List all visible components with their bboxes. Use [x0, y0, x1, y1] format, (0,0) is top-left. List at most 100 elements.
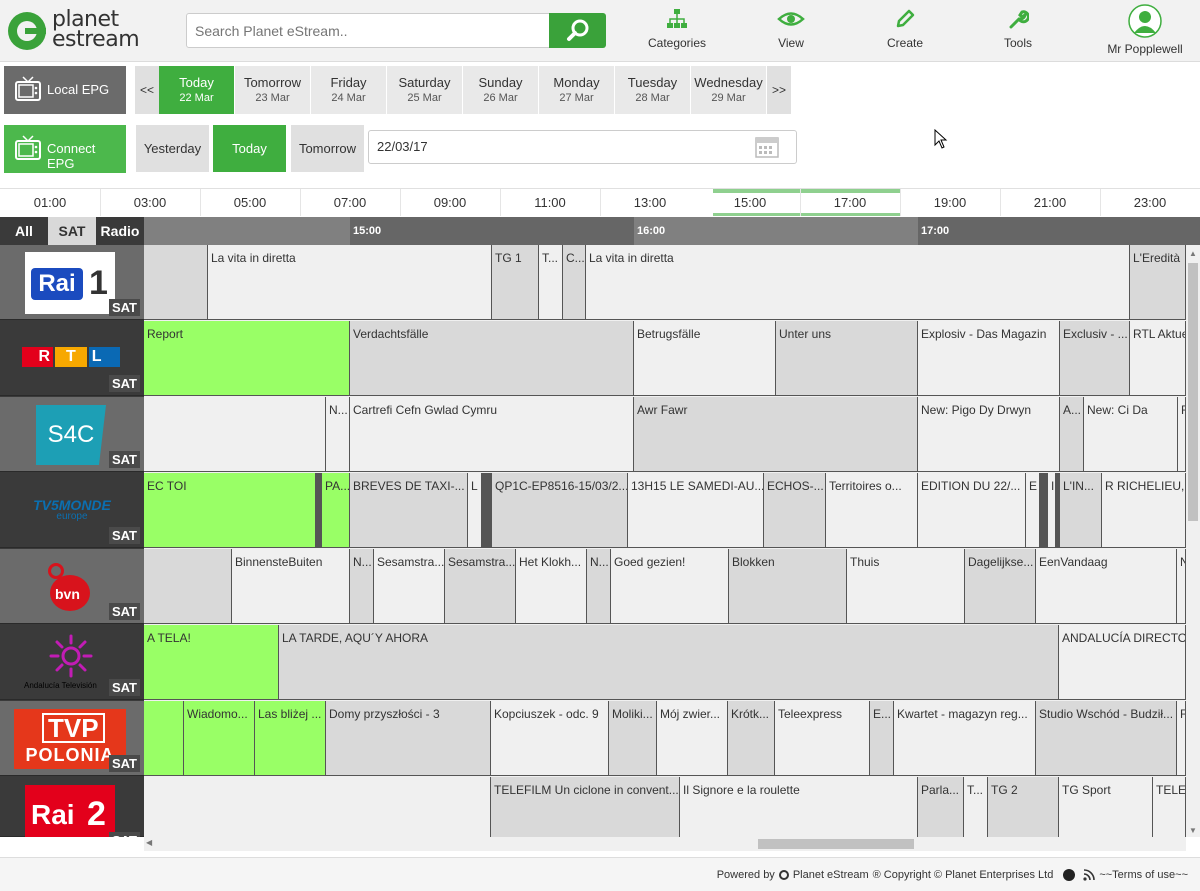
programme-cell[interactable]: EC TOI — [144, 473, 316, 548]
local-epg-button[interactable]: Local EPG — [4, 66, 126, 114]
ruler-label[interactable]: 01:00 — [20, 195, 80, 210]
day-tab[interactable]: Saturday 25 Mar — [387, 66, 463, 114]
day-tab[interactable]: Tomorrow 23 Mar — [235, 66, 311, 114]
channel-rtl[interactable]: RTL SAT — [0, 321, 144, 396]
programme-cell[interactable]: EDITION DU 22/... — [918, 473, 1026, 548]
ruler-label[interactable]: 17:00 — [820, 195, 880, 210]
programme-cell[interactable]: Goed gezien! — [611, 549, 729, 624]
ruler-label[interactable]: 15:00 — [720, 195, 780, 210]
programme-cell[interactable] — [144, 701, 184, 776]
programme-cell[interactable]: Sesamstra... — [445, 549, 516, 624]
programme-cell[interactable]: N... — [587, 549, 611, 624]
programme-cell[interactable]: Thuis — [847, 549, 965, 624]
programme-cell[interactable]: EenVandaag — [1036, 549, 1177, 624]
date-picker-input[interactable]: 22/03/17 — [368, 130, 797, 164]
prev-week-button[interactable]: << — [135, 66, 159, 114]
programme-cell[interactable]: New: Pigo Dy Drwyn — [918, 397, 1060, 472]
programme-cell[interactable]: I — [1048, 473, 1056, 548]
channel-rai2[interactable]: Rai 2 SAT — [0, 777, 144, 837]
programme-cell[interactable]: F — [1177, 701, 1186, 776]
rss-icon[interactable] — [1083, 869, 1096, 881]
filter-radio-tab[interactable]: Radio — [96, 217, 144, 245]
nav-categories[interactable]: Categories — [646, 6, 708, 56]
programme-cell[interactable]: Dagelijkse... — [965, 549, 1036, 624]
programme-cell[interactable]: C... — [563, 245, 586, 320]
ruler-label[interactable]: 11:00 — [520, 195, 580, 210]
programme-cell[interactable]: TG Sport — [1059, 777, 1153, 837]
programme-cell[interactable]: Explosiv - Das Magazin — [918, 321, 1060, 396]
programme-cell[interactable]: La vita in diretta — [586, 245, 1130, 320]
ruler-label[interactable]: 05:00 — [220, 195, 280, 210]
programme-cell[interactable]: Las bliżej ... — [255, 701, 326, 776]
programme-cell[interactable]: TELEFILM Un ciclone in convent... — [491, 777, 680, 837]
channel-tvp-polonia[interactable]: TVP POLONIA SAT — [0, 701, 144, 776]
programme-cell[interactable]: Awr Fawr — [634, 397, 918, 472]
programme-cell[interactable]: New: Ci Da — [1084, 397, 1178, 472]
programme-cell[interactable]: Studio Wschód - Budził... — [1036, 701, 1177, 776]
programme-cell[interactable]: ANDALUCÍA DIRECTO — [1059, 625, 1186, 700]
ruler-label[interactable]: 19:00 — [920, 195, 980, 210]
planet-estream-logo[interactable]: planet estream — [8, 9, 168, 52]
programme-cell[interactable]: Teleexpress — [775, 701, 870, 776]
programme-cell[interactable]: Domy przyszłości - 3 — [326, 701, 491, 776]
programme-cell[interactable]: LA TARDE, AQU´Y AHORA — [279, 625, 1059, 700]
programme-cell[interactable]: PA... — [322, 473, 350, 548]
programme-cell[interactable]: L'Eredità — [1130, 245, 1186, 320]
programme-cell[interactable]: Il Signore e la roulette — [680, 777, 918, 837]
programme-cell[interactable]: QP1C-EP8516-15/03/2... — [492, 473, 628, 548]
programme-cell[interactable]: La vita in diretta — [208, 245, 492, 320]
cookie-icon[interactable] — [1063, 869, 1076, 881]
vertical-scroll-thumb[interactable] — [1188, 263, 1198, 521]
programme-cell[interactable]: Blokken — [729, 549, 847, 624]
scroll-left-icon[interactable]: ◀ — [146, 838, 152, 847]
programme-cell[interactable] — [144, 397, 326, 472]
channel-rai1[interactable]: Rai 1 SAT — [0, 245, 144, 320]
horizontal-scrollbar[interactable]: ◀ — [144, 837, 1186, 851]
programme-cell[interactable]: E... — [870, 701, 894, 776]
day-tab[interactable]: Friday 24 Mar — [311, 66, 387, 114]
programme-cell[interactable]: RTL Aktuell — [1130, 321, 1186, 396]
programme-cell[interactable]: L — [468, 473, 482, 548]
search-input[interactable] — [186, 13, 550, 48]
programme-cell[interactable]: Betrugsfälle — [634, 321, 776, 396]
programme-cell[interactable]: BinnensteBuiten — [232, 549, 350, 624]
ruler-label[interactable]: 09:00 — [420, 195, 480, 210]
programme-cell[interactable] — [144, 245, 208, 320]
programme-cell[interactable] — [144, 549, 232, 624]
programme-cell[interactable]: Unter uns — [776, 321, 918, 396]
terms-of-use-link[interactable]: ~~Terms of use~~ — [1099, 869, 1188, 881]
horizontal-scroll-thumb[interactable] — [758, 839, 914, 849]
day-tab[interactable]: Today 22 Mar — [159, 66, 235, 114]
vertical-scrollbar[interactable]: ▲ ▼ — [1186, 245, 1200, 837]
channel-s4c[interactable]: S4C SAT — [0, 397, 144, 472]
programme-cell[interactable]: N... — [326, 397, 350, 472]
programme-cell[interactable]: BREVES DE TAXI-... — [350, 473, 468, 548]
programme-cell[interactable]: E — [1026, 473, 1040, 548]
programme-cell[interactable]: A... — [1060, 397, 1084, 472]
yesterday-button[interactable]: Yesterday — [136, 125, 209, 172]
programme-cell[interactable]: N — [1177, 549, 1186, 624]
day-tab[interactable]: Monday 27 Mar — [539, 66, 615, 114]
ruler-label[interactable]: 23:00 — [1120, 195, 1180, 210]
programme-cell[interactable]: T... — [964, 777, 988, 837]
filter-all-tab[interactable]: All — [0, 217, 48, 245]
programme-cell[interactable]: ECHOS-... — [764, 473, 826, 548]
ruler-label[interactable]: 21:00 — [1020, 195, 1080, 210]
scroll-down-icon[interactable]: ▼ — [1189, 826, 1197, 835]
programme-cell[interactable]: T... — [539, 245, 563, 320]
programme-cell[interactable] — [482, 473, 492, 548]
ruler-label[interactable]: 03:00 — [120, 195, 180, 210]
channel-andalucia-tv[interactable]: Andalucía Televisión SAT — [0, 625, 144, 700]
scroll-up-icon[interactable]: ▲ — [1189, 249, 1197, 258]
programme-cell[interactable]: 13H15 LE SAMEDI-AU... — [628, 473, 764, 548]
nav-create[interactable]: Create — [874, 6, 936, 56]
programme-cell[interactable]: Moliki... — [609, 701, 657, 776]
tomorrow-button[interactable]: Tomorrow — [291, 125, 364, 172]
programme-cell[interactable]: Het Klokh... — [516, 549, 587, 624]
nav-view[interactable]: View — [760, 6, 822, 56]
programme-cell[interactable]: TELEF — [1153, 777, 1186, 837]
programme-cell[interactable]: TG 2 — [988, 777, 1059, 837]
programme-cell[interactable] — [1040, 473, 1048, 548]
programme-cell[interactable]: Parla... — [918, 777, 964, 837]
programme-cell[interactable]: R RICHELIEU, L... — [1102, 473, 1186, 548]
